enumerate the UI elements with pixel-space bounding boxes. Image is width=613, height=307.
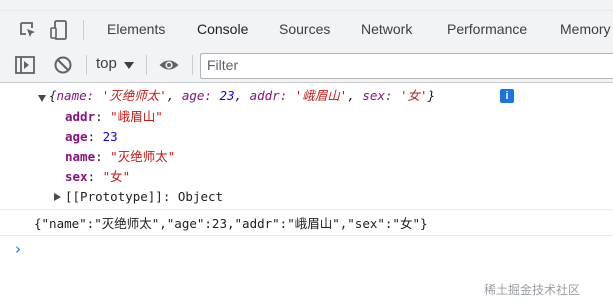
expand-toggle-icon[interactable] bbox=[54, 193, 61, 201]
watermark: 稀土掘金技术社区 bbox=[484, 283, 581, 297]
expand-toggle-icon[interactable] bbox=[38, 95, 46, 102]
toolbar-separator bbox=[86, 55, 87, 75]
chevron-down-icon[interactable] bbox=[124, 62, 134, 69]
devtools-tabbar: Elements Console Sources Network Perform… bbox=[0, 11, 613, 59]
tab-console[interactable]: Console bbox=[197, 11, 248, 48]
console-toolbar: top bbox=[0, 48, 613, 83]
property-row: sex: "女" bbox=[65, 169, 131, 184]
window-top-strip bbox=[0, 0, 613, 11]
console-output: {name: '灭绝师太', age: 23, addr: '峨眉山', sex… bbox=[0, 83, 613, 307]
toolbar-separator bbox=[146, 55, 147, 75]
inspect-element-icon[interactable] bbox=[17, 19, 39, 41]
tab-memory[interactable]: Memory bbox=[560, 11, 611, 48]
json-output-line: {"name":"灭绝师太","age":23,"addr":"峨眉山","se… bbox=[34, 216, 428, 231]
property-row: age: 23 bbox=[65, 129, 118, 144]
message-divider bbox=[0, 235, 613, 236]
filter-box[interactable] bbox=[200, 53, 613, 79]
context-selector[interactable]: top bbox=[96, 55, 117, 72]
tab-performance[interactable]: Performance bbox=[447, 11, 527, 48]
tab-network[interactable]: Network bbox=[361, 11, 412, 48]
property-row: addr: "峨眉山" bbox=[65, 109, 163, 124]
prototype-row[interactable]: [[Prototype]]: Object bbox=[65, 187, 223, 207]
property-row: name: "灭绝师太" bbox=[65, 149, 176, 164]
tabbar-separator bbox=[83, 20, 84, 40]
tab-sources[interactable]: Sources bbox=[279, 11, 330, 48]
object-summary[interactable]: {name: '灭绝师太', age: 23, addr: '峨眉山', sex… bbox=[49, 86, 435, 106]
device-toolbar-icon[interactable] bbox=[48, 19, 70, 41]
info-icon[interactable]: i bbox=[500, 89, 514, 103]
eye-icon[interactable] bbox=[158, 54, 180, 76]
toolbar-separator bbox=[192, 55, 193, 75]
message-divider bbox=[0, 209, 613, 210]
console-prompt-icon[interactable]: › bbox=[15, 240, 21, 258]
filter-input[interactable] bbox=[207, 56, 587, 74]
clear-console-icon[interactable] bbox=[52, 54, 74, 76]
tab-elements[interactable]: Elements bbox=[107, 11, 165, 48]
show-sidebar-icon[interactable] bbox=[14, 54, 36, 76]
